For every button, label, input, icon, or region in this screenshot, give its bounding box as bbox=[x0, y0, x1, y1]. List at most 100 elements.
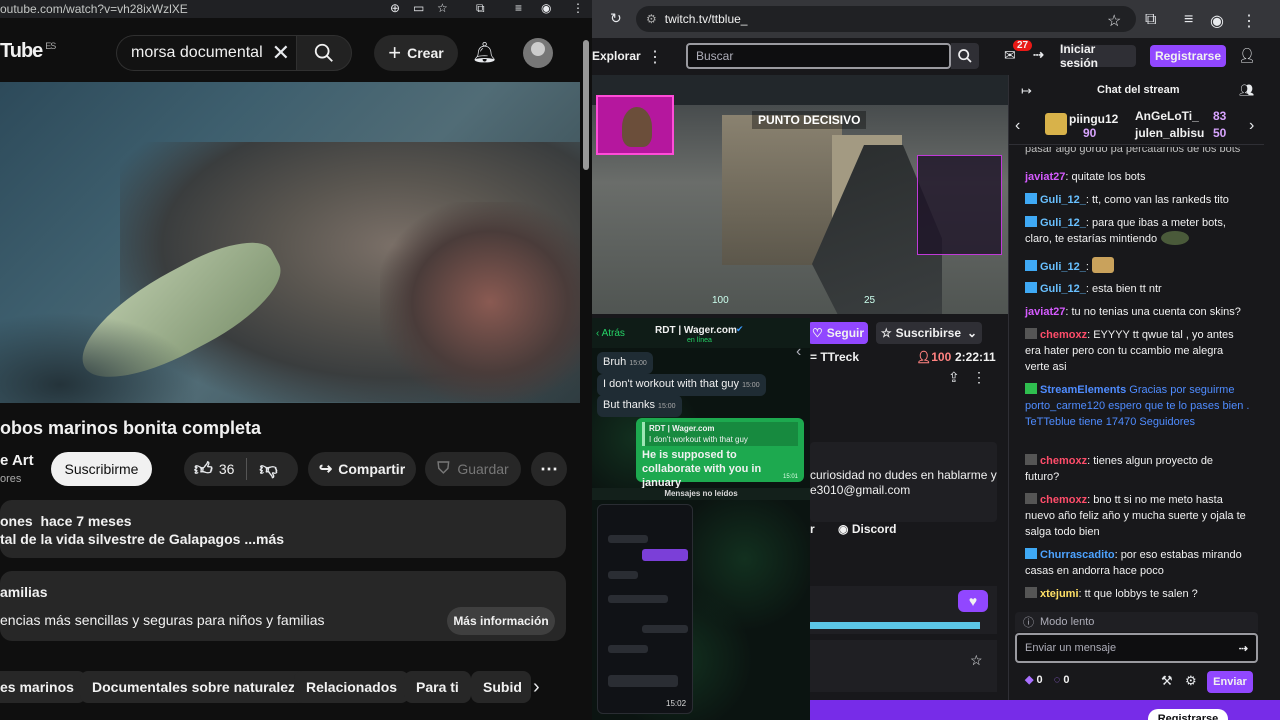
chat-messages: pasar algo gordo pa percatarnos de los b… bbox=[1009, 147, 1264, 605]
badge-icon bbox=[1025, 282, 1037, 293]
wa-msg-3: But thanks 15:00 bbox=[597, 395, 682, 417]
reload-icon[interactable]: ↻ bbox=[610, 10, 622, 27]
subscribe-button[interactable]: Suscribirme bbox=[51, 452, 152, 486]
menu-icon-2[interactable]: ⋮ bbox=[1241, 11, 1257, 31]
youtube-url[interactable]: outube.com/watch?v=vh28ixWzlXE bbox=[0, 2, 188, 16]
stream-video[interactable]: PUNTO DECISIVO 100 25 bbox=[592, 75, 1008, 314]
chips-next-icon[interactable]: › bbox=[533, 676, 540, 699]
description-box[interactable]: ones hace 7 meses tal de la vida silvest… bbox=[0, 500, 566, 558]
chat-settings-icon[interactable]: ⚙ bbox=[1185, 673, 1197, 689]
heart-panel-button[interactable]: ♥ bbox=[958, 590, 988, 612]
game-category[interactable]: = TTreck bbox=[810, 350, 859, 364]
youtube-address-bar: outube.com/watch?v=vh28ixWzlXE ⊕ ▭ ☆ ⧉ ≡… bbox=[0, 0, 592, 18]
chat-extension-icon[interactable]: ⚒ bbox=[1161, 673, 1173, 689]
media-icon[interactable]: ≡ bbox=[515, 1, 522, 15]
chat-user[interactable]: chemoxz bbox=[1040, 455, 1087, 467]
bottom-signup-button[interactable]: Registrarse bbox=[1148, 709, 1228, 720]
about-panel: curiosidad no dudes en hablarme y e3010@… bbox=[810, 442, 997, 522]
cast-icon[interactable]: ▭ bbox=[413, 1, 424, 15]
twitch-search-button[interactable] bbox=[951, 43, 979, 69]
notifications-bell-icon[interactable]: 🔔︎ bbox=[472, 40, 497, 65]
chat-user[interactable]: chemoxz bbox=[1040, 329, 1087, 341]
chip-1[interactable]: Documentales sobre naturaleza bbox=[80, 671, 315, 703]
search-input[interactable]: morsa documental bbox=[131, 44, 263, 62]
chat-input[interactable]: Enviar un mensaje ⇢ bbox=[1015, 633, 1258, 663]
wa-header: ‹ Atrás RDT | Wager.com ✔ en línea bbox=[592, 318, 810, 348]
chat-user[interactable]: Guli_12_ bbox=[1040, 261, 1086, 273]
turbo-icon[interactable]: ⇢ bbox=[1033, 47, 1044, 63]
leaderboard-next-icon[interactable]: › bbox=[1249, 117, 1254, 135]
chat-user[interactable]: Guli_12_ bbox=[1040, 217, 1086, 229]
twitch-search-input[interactable]: Buscar bbox=[686, 43, 951, 69]
emote-picker-icon[interactable]: ⇢ bbox=[1239, 642, 1248, 655]
channel-points[interactable]: ◆ 0 ◌ 0 bbox=[1025, 673, 1069, 686]
chat-user[interactable]: Guli_12_ bbox=[1040, 283, 1086, 295]
logo-text: Tube bbox=[0, 40, 43, 62]
star-panel-icon[interactable]: ☆ bbox=[970, 652, 983, 669]
chat-panel: ↦ Chat del stream 👥︎ ‹ piingu12 90 AnGeL… bbox=[1008, 75, 1264, 700]
slow-mode-label: Modo lento bbox=[1040, 616, 1095, 628]
zoom-icon[interactable]: ⊕ bbox=[390, 1, 400, 15]
menu-icon[interactable]: ⋮ bbox=[572, 1, 584, 15]
more-options-icon[interactable]: ⋮ bbox=[972, 369, 986, 386]
subscribe-dropdown[interactable]: ☆ Suscribirse ⌄ bbox=[876, 322, 982, 344]
wa-reply-from: RDT | Wager.com bbox=[649, 424, 715, 433]
more-actions-button[interactable]: ⋯ bbox=[531, 452, 567, 486]
chip-2[interactable]: Relacionados bbox=[294, 671, 410, 703]
discord-label: Discord bbox=[851, 522, 897, 536]
discord-link[interactable]: ◉ Discord bbox=[838, 522, 897, 536]
badge-icon bbox=[1025, 328, 1037, 339]
bookmark-star-icon[interactable]: ☆ bbox=[1107, 11, 1121, 31]
wa-screenshot-image[interactable] bbox=[597, 504, 693, 714]
twitch-omnibox[interactable]: ⚙ twitch.tv/ttblue_ bbox=[636, 6, 1136, 32]
extensions-icon-2[interactable]: ⧉ bbox=[1145, 11, 1156, 29]
create-button[interactable]: + Crear bbox=[374, 35, 458, 71]
badge-icon bbox=[1025, 193, 1037, 204]
channel-name[interactable]: e Art bbox=[0, 452, 34, 469]
partial-link[interactable]: r bbox=[810, 522, 815, 536]
page-scrollbar[interactable] bbox=[583, 40, 589, 170]
dislike-icon[interactable]: 👎︎ bbox=[259, 458, 277, 480]
stream-uptime: 2:22:11 bbox=[955, 350, 996, 364]
send-button[interactable]: Enviar bbox=[1207, 671, 1253, 693]
like-icon[interactable]: 👍︎ bbox=[194, 458, 213, 480]
account-avatar[interactable] bbox=[523, 38, 553, 68]
star-icon[interactable]: ☆ bbox=[437, 1, 448, 15]
media-icon-2[interactable]: ≡ bbox=[1184, 11, 1193, 29]
chip-4[interactable]: Subid bbox=[471, 671, 531, 703]
chat-user[interactable]: chemoxz bbox=[1040, 494, 1087, 506]
search-box[interactable]: morsa documental ✕ bbox=[116, 35, 296, 71]
chat-user[interactable]: StreamElements bbox=[1040, 384, 1126, 396]
chat-users-icon[interactable]: 👥︎ bbox=[1239, 83, 1254, 97]
more-icon[interactable]: ⋮ bbox=[647, 47, 663, 67]
chat-user[interactable]: javiat27 bbox=[1025, 171, 1065, 183]
login-button[interactable]: Iniciar sesión bbox=[1060, 42, 1136, 70]
more-info-button[interactable]: Más información bbox=[447, 607, 555, 635]
chat-user[interactable]: Churrascadito bbox=[1040, 549, 1115, 561]
clear-icon[interactable]: ✕ bbox=[272, 40, 290, 66]
explore-link[interactable]: Explorar bbox=[592, 49, 641, 63]
chat-user[interactable]: javiat27 bbox=[1025, 306, 1065, 318]
search-button[interactable] bbox=[296, 35, 352, 71]
wa-back-button[interactable]: ‹ Atrás bbox=[596, 328, 625, 339]
follow-button[interactable]: ♡ Seguir bbox=[808, 322, 868, 344]
hud-health: 100 bbox=[712, 295, 729, 306]
chat-user[interactable]: Guli_12_ bbox=[1040, 194, 1086, 206]
signup-button[interactable]: Registrarse bbox=[1150, 45, 1226, 67]
leaderboard-prev-icon[interactable]: ‹ bbox=[1015, 117, 1020, 135]
chat-line-7: chemoxz: EYYYY tt qwue tal , yo antes er… bbox=[1025, 327, 1250, 375]
chip-0[interactable]: es marinos bbox=[0, 671, 86, 703]
user-icon[interactable]: 👤︎ bbox=[1238, 47, 1256, 64]
share-icon-2[interactable]: ⇪ bbox=[948, 369, 960, 386]
profile-icon[interactable]: ◉ bbox=[541, 1, 551, 15]
chat-user[interactable]: xtejumi bbox=[1040, 588, 1079, 600]
profile-icon-2[interactable]: ◉ bbox=[1210, 11, 1224, 31]
collapse-chat-icon[interactable]: ↦ bbox=[1021, 83, 1032, 99]
video-player[interactable] bbox=[0, 82, 580, 403]
save-button[interactable]: ⛉ Guardar bbox=[425, 452, 521, 486]
extensions-icon[interactable]: ⧉ bbox=[476, 1, 485, 16]
share-button[interactable]: ↪ Compartir bbox=[308, 452, 416, 486]
chip-3[interactable]: Para ti bbox=[404, 671, 471, 703]
collapse-panel-icon[interactable]: ‹ bbox=[796, 343, 801, 361]
youtube-logo[interactable]: Tube ES bbox=[0, 40, 56, 63]
